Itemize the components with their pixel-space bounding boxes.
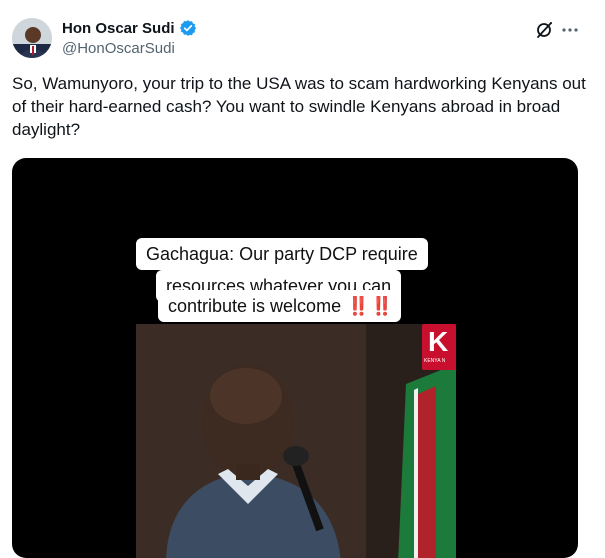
- author-display-name[interactable]: Hon Oscar Sudi: [62, 20, 175, 37]
- tweet: Hon Oscar Sudi @HonOscarSudi So, Wamunyo…: [0, 0, 605, 558]
- video-caption-line-1: Gachagua: Our party DCP require: [136, 238, 428, 270]
- grok-icon[interactable]: [534, 20, 554, 40]
- video-caption-line-3-text: contribute is welcome: [168, 296, 342, 316]
- more-icon[interactable]: [560, 20, 580, 40]
- author-name-row: Hon Oscar Sudi: [62, 19, 197, 37]
- video-caption-line-3: contribute is welcome ‼️ ‼️: [158, 290, 401, 322]
- double-exclamation-emoji: ‼️ ‼️: [347, 296, 393, 316]
- video-frame: [136, 324, 456, 558]
- channel-logo-subtext: KENYA N: [424, 358, 446, 364]
- channel-logo: K KENYA N: [422, 324, 456, 370]
- tweet-video[interactable]: Gachagua: Our party DCP require resource…: [12, 158, 578, 558]
- author-handle[interactable]: @HonOscarSudi: [62, 40, 175, 57]
- avatar[interactable]: [12, 18, 52, 58]
- verified-badge-icon: [179, 19, 197, 37]
- channel-logo-letter: K: [428, 326, 449, 357]
- tweet-text: So, Wamunyoro, your trip to the USA was …: [12, 74, 586, 139]
